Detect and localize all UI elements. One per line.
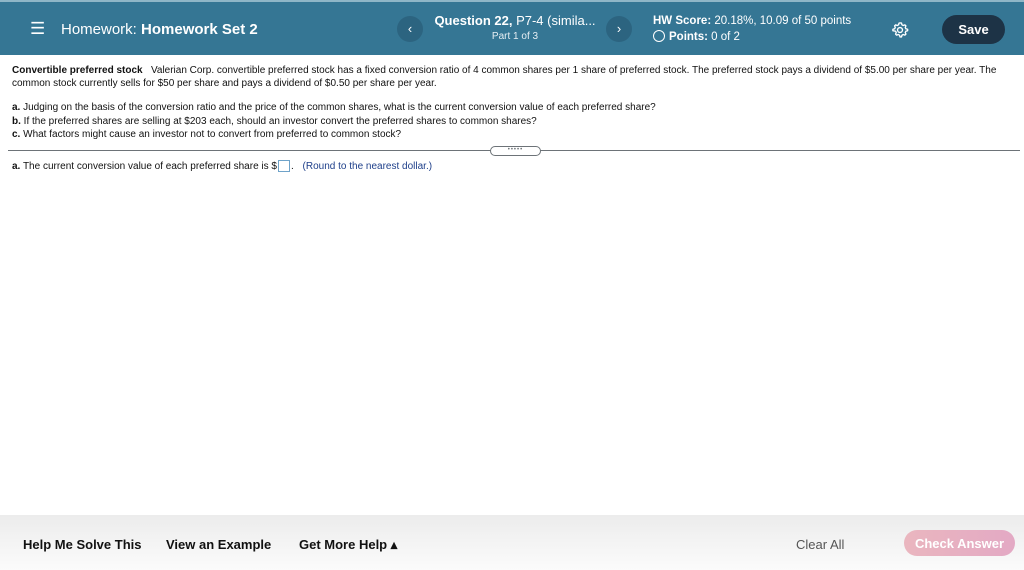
top-bar: ☰ Homework: Homework Set 2 ‹ Question 22… xyxy=(0,0,1024,55)
answer-prefix: The current conversion value of each pre… xyxy=(22,161,277,172)
points-label: Points: xyxy=(669,31,708,43)
chevron-left-icon: ‹ xyxy=(407,21,413,36)
question-part: Part 1 of 3 xyxy=(491,31,539,42)
part-letter: b. xyxy=(12,115,21,127)
homework-name: Homework Set 2 xyxy=(141,21,258,38)
problem-title: Convertible preferred stock xyxy=(12,65,143,76)
rounding-hint: (Round to the nearest dollar.) xyxy=(302,161,433,172)
question-title: Question 22, P7-4 (simila... Part 1 of 3 xyxy=(420,13,610,42)
gear-icon[interactable] xyxy=(891,21,909,39)
help-me-solve-button[interactable]: Help Me Solve This xyxy=(23,537,141,552)
expand-collapse-handle[interactable]: ••••• xyxy=(490,146,541,156)
problem-text: Valerian Corp. convertible preferred sto… xyxy=(12,65,997,89)
question-number: Question 22, xyxy=(434,13,513,28)
points-status-icon xyxy=(653,30,665,42)
hw-score-value: 20.18%, 10.09 of 50 points xyxy=(711,15,852,27)
part-item: c. What factors might cause an investor … xyxy=(12,128,656,142)
answer-letter: a. xyxy=(12,161,21,172)
points-value: 0 of 2 xyxy=(707,31,740,43)
part-letter: a. xyxy=(12,102,21,113)
check-answer-button[interactable]: Check Answer xyxy=(904,530,1015,556)
score-panel: HW Score: 20.18%, 10.09 of 50 points Poi… xyxy=(653,13,851,45)
hw-score-label: HW Score: xyxy=(653,15,712,27)
part-text: Judging on the basis of the conversion r… xyxy=(23,102,656,113)
part-item: b. If the preferred shares are selling a… xyxy=(12,115,656,129)
clear-all-button[interactable]: Clear All xyxy=(796,537,844,552)
conversion-value-input[interactable] xyxy=(277,160,290,172)
save-button[interactable]: Save xyxy=(942,15,1005,44)
homework-label: Homework: xyxy=(61,21,137,38)
answer-suffix: . xyxy=(290,161,294,172)
footer-bar: Help Me Solve This View an Example Get M… xyxy=(0,515,1024,570)
part-text: What factors might cause an investor not… xyxy=(23,129,402,140)
part-letter: c. xyxy=(12,129,21,140)
get-more-help-button[interactable]: Get More Help ▴ xyxy=(299,537,397,553)
homework-title: Homework: Homework Set 2 xyxy=(61,21,258,38)
next-question-button[interactable]: › xyxy=(606,16,632,42)
chevron-right-icon: › xyxy=(616,21,622,36)
question-parts: a. Judging on the basis of the conversio… xyxy=(12,101,656,142)
view-example-button[interactable]: View an Example xyxy=(166,537,271,552)
question-name: P7-4 (simila... xyxy=(512,13,596,28)
part-text: If the preferred shares are selling at $… xyxy=(23,115,537,127)
hamburger-menu-icon[interactable]: ☰ xyxy=(30,20,45,37)
answer-line: a. The current conversion value of each … xyxy=(12,160,432,174)
part-item: a. Judging on the basis of the conversio… xyxy=(12,101,656,115)
problem-statement: Convertible preferred stock Valerian Cor… xyxy=(12,64,1007,90)
